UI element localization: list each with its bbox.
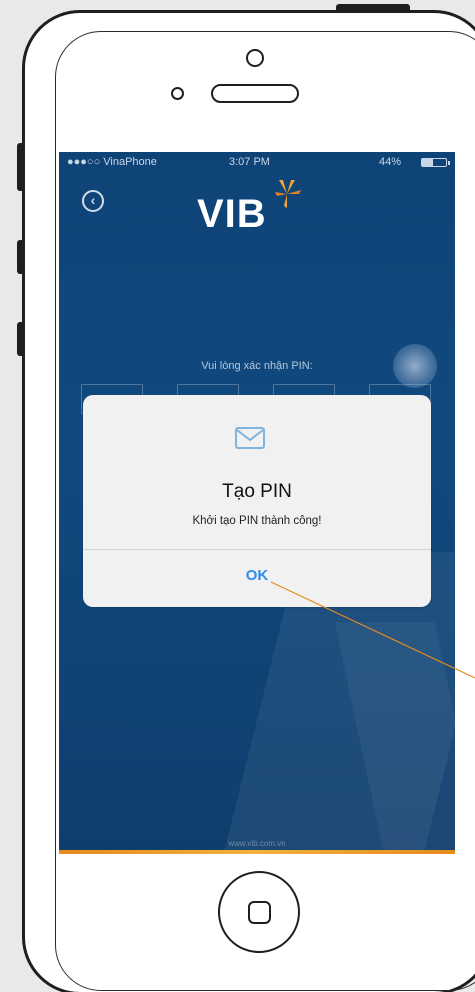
proximity-sensor (171, 87, 184, 100)
mute-switch (17, 143, 25, 191)
volume-down-button (17, 322, 25, 356)
volume-up-button (17, 240, 25, 274)
home-square-icon (248, 901, 271, 924)
dialog-title: Tạo PIN (222, 481, 292, 502)
home-button[interactable] (218, 871, 300, 953)
alert-dialog: Tạo PIN Khởi tạo PIN thành công! OK (83, 395, 431, 607)
earpiece-speaker (211, 84, 299, 103)
phone-screen: ●●●○○ VinaPhone 3:07 PM 44% ‹ VIB Vui lò… (59, 152, 455, 854)
dialog-message: Khởi tạo PIN thành công! (192, 515, 322, 527)
power-button (336, 4, 410, 13)
envelope-icon (235, 427, 265, 449)
ok-button[interactable]: OK (83, 550, 431, 607)
front-camera (246, 49, 264, 67)
